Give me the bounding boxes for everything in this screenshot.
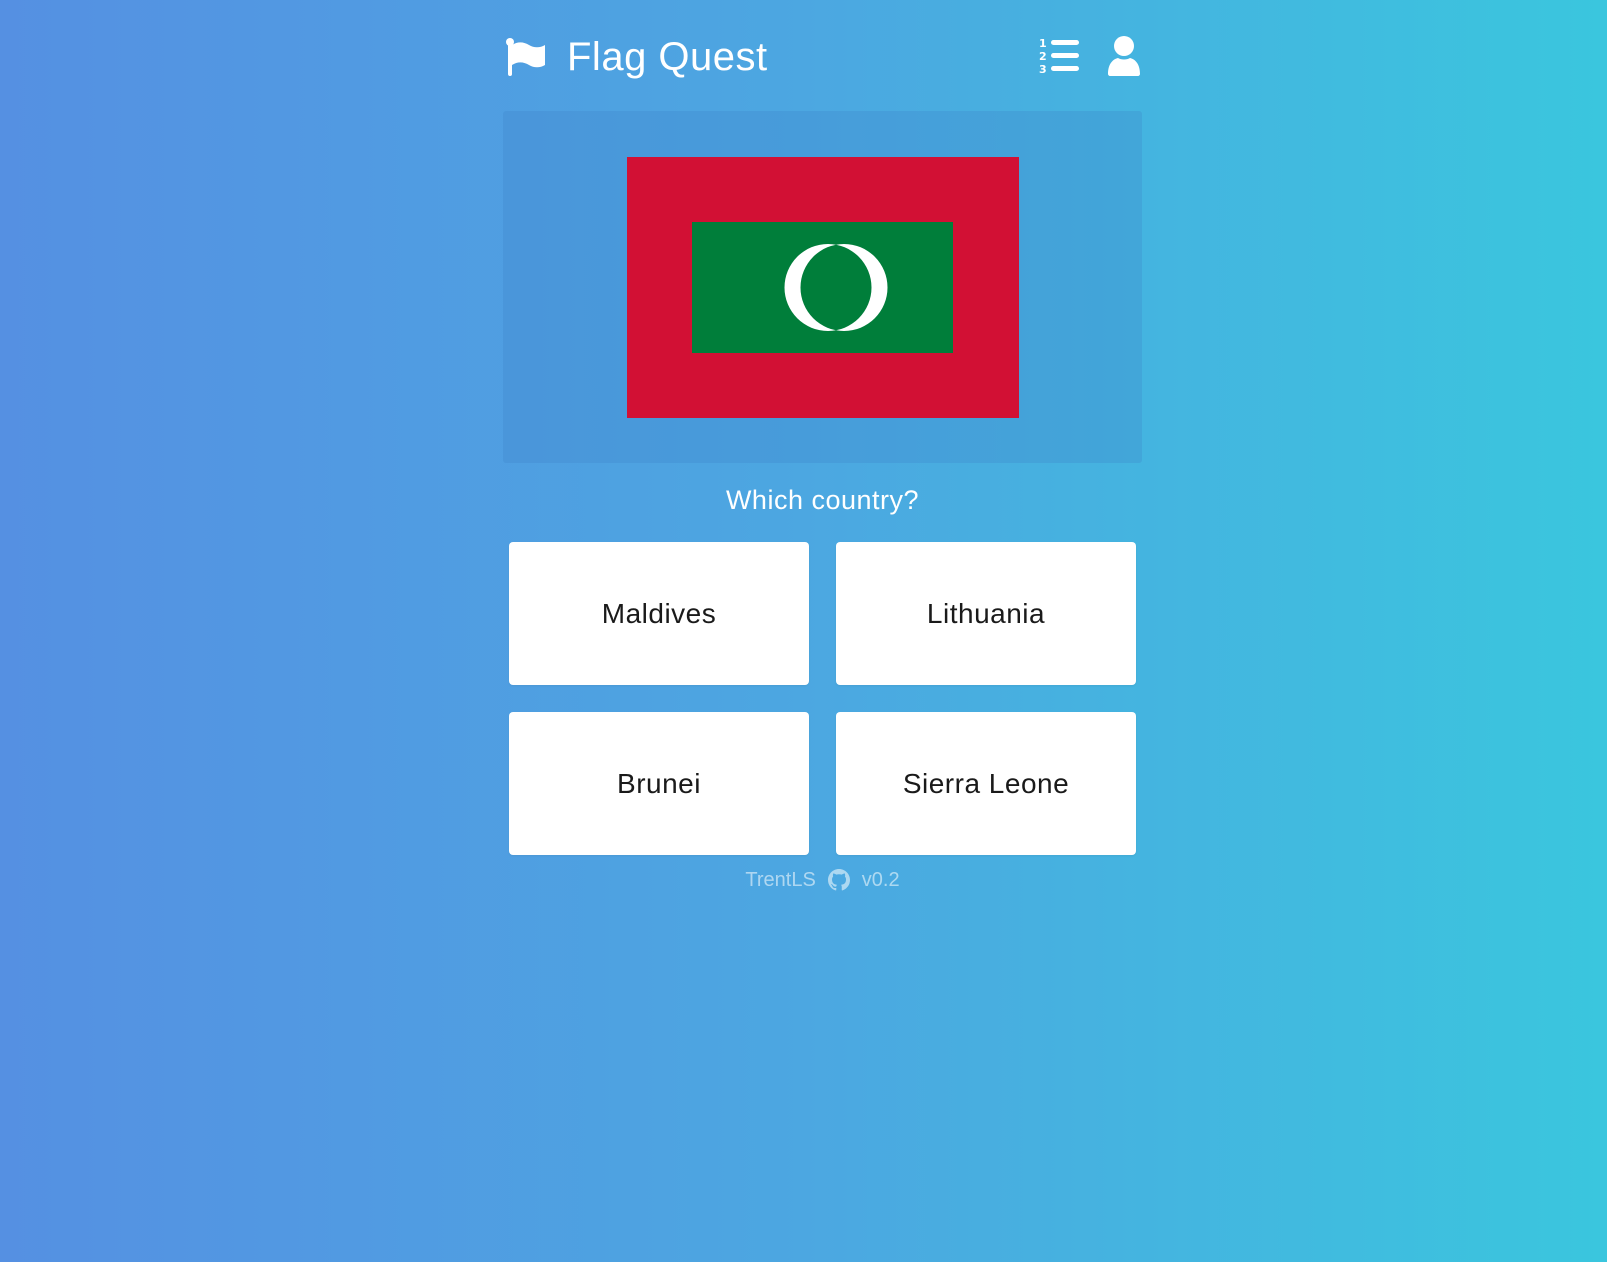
footer: TrentLS v0.2 bbox=[503, 868, 1142, 892]
github-icon bbox=[827, 869, 850, 891]
svg-text:3: 3 bbox=[1039, 63, 1047, 76]
question-text: Which country? bbox=[725, 485, 920, 515]
flag-icon bbox=[506, 38, 545, 76]
crescent-icon bbox=[784, 243, 888, 332]
header-actions: 1 2 3 bbox=[1038, 36, 1142, 76]
leaderboard-icon: 1 2 3 bbox=[1039, 37, 1079, 76]
flag-image bbox=[627, 157, 1019, 418]
flag-panel bbox=[503, 111, 1142, 463]
app-title: Flag Quest bbox=[567, 35, 768, 79]
version-label: v0.2 bbox=[861, 869, 900, 891]
answer-option-1[interactable]: Maldives bbox=[509, 542, 809, 685]
svg-text:1: 1 bbox=[1039, 37, 1047, 50]
answer-option-4[interactable]: Sierra Leone bbox=[836, 712, 1136, 855]
author-link[interactable]: TrentLS bbox=[745, 868, 815, 892]
answer-option-3[interactable]: Brunei bbox=[509, 712, 809, 855]
leaderboard-button[interactable]: 1 2 3 bbox=[1038, 36, 1080, 76]
brand[interactable]: Flag Quest bbox=[505, 34, 768, 80]
github-link[interactable] bbox=[827, 869, 850, 891]
flag-green-field bbox=[692, 222, 953, 353]
profile-button[interactable] bbox=[1106, 36, 1142, 76]
app-container: Flag Quest 1 2 3 Which country? Maldives… bbox=[503, 0, 1142, 891]
svg-text:2: 2 bbox=[1039, 50, 1047, 63]
answer-option-2[interactable]: Lithuania bbox=[836, 542, 1136, 685]
user-icon bbox=[1108, 36, 1140, 76]
header: Flag Quest 1 2 3 bbox=[503, 0, 1142, 112]
